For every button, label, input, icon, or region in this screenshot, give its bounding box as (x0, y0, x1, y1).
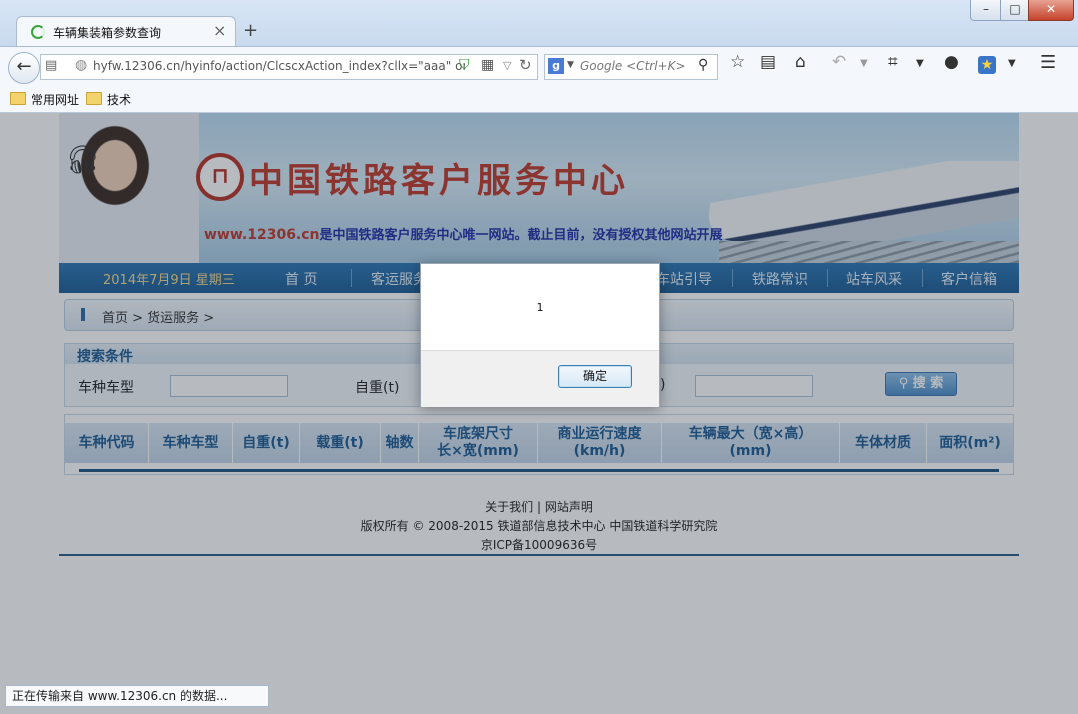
browser-titlebar: 车辆集装箱参数查询 × + – □ ✕ (0, 0, 1078, 47)
bookmark-label: 技术 (107, 93, 132, 107)
bookmark-folder-tech[interactable]: 技术 (86, 91, 131, 108)
browser-tab[interactable]: 车辆集装箱参数查询 × (16, 16, 236, 47)
back-button[interactable]: ← (8, 52, 40, 84)
page-viewport: 🎧︎ ⊓ 中国铁路客户服务中心 www.12306.cn是中国铁路客户服务中心唯… (0, 113, 1078, 714)
bookmark-star-icon[interactable]: ☆ (730, 52, 745, 72)
bookmark-folder-common[interactable]: 常用网址 (10, 91, 79, 108)
globe-icon: ◍ (75, 57, 88, 73)
minimize-button[interactable]: – (970, 0, 1002, 21)
hamburger-menu-icon[interactable]: ☰ (1040, 52, 1056, 73)
undo-close-tab-icon[interactable]: ↶ (832, 52, 846, 72)
page-info-icon[interactable]: ▤ (45, 58, 57, 73)
chevron-down-icon[interactable]: ▼ (916, 58, 924, 69)
url-bar[interactable]: ▤ ◍ hyfw.12306.cn/hyinfo/action/ClcscxAc… (40, 54, 538, 80)
search-engine-dropdown-icon[interactable]: ▼ (567, 60, 574, 70)
reload-icon[interactable]: ↻ (519, 56, 532, 74)
bookmark-label: 常用网址 (31, 93, 80, 107)
alert-footer: 确定 (421, 350, 659, 407)
qr-code-icon[interactable]: ▦ (481, 57, 494, 73)
modal-overlay (0, 113, 1078, 714)
bookmarks-list-icon[interactable]: ▤ (760, 52, 776, 72)
new-tab-button[interactable]: + (243, 20, 258, 41)
folder-icon (86, 92, 102, 105)
shield-icon[interactable]: ⛉ (459, 57, 470, 73)
folder-icon (10, 92, 26, 105)
alert-dialog: 1 确定 (420, 263, 660, 407)
maximize-button[interactable]: □ (1000, 0, 1030, 21)
screenshot-crop-icon[interactable]: ⌗ (888, 52, 898, 72)
status-bar: 正在传输来自 www.12306.cn 的数据... (5, 685, 269, 707)
close-window-button[interactable]: ✕ (1028, 0, 1074, 21)
history-dropdown-icon[interactable]: ▽ (503, 59, 511, 72)
home-icon[interactable]: ⌂ (795, 52, 806, 72)
url-text[interactable]: hyfw.12306.cn/hyinfo/action/ClcscxAction… (93, 59, 465, 73)
loading-spinner-icon (31, 25, 45, 39)
tab-title: 车辆集装箱参数查询 (53, 26, 162, 40)
bookmarks-bar: 常用网址 技术 (0, 86, 1078, 113)
alert-message: 1 (536, 301, 544, 314)
search-box[interactable]: g ▼ Google <Ctrl+K> ⚲ (544, 54, 718, 80)
google-icon[interactable]: g (548, 58, 564, 74)
favorites-star-icon[interactable]: ★ (978, 56, 996, 74)
chat-bubble-icon[interactable]: ● (944, 52, 959, 72)
search-placeholder[interactable]: Google <Ctrl+K> (580, 59, 686, 73)
search-icon[interactable]: ⚲ (698, 57, 708, 73)
chevron-down-icon[interactable]: ▼ (860, 58, 868, 69)
close-tab-icon[interactable]: × (213, 21, 226, 40)
ok-button[interactable]: 确定 (558, 365, 632, 388)
chevron-down-icon[interactable]: ▼ (1008, 58, 1016, 69)
